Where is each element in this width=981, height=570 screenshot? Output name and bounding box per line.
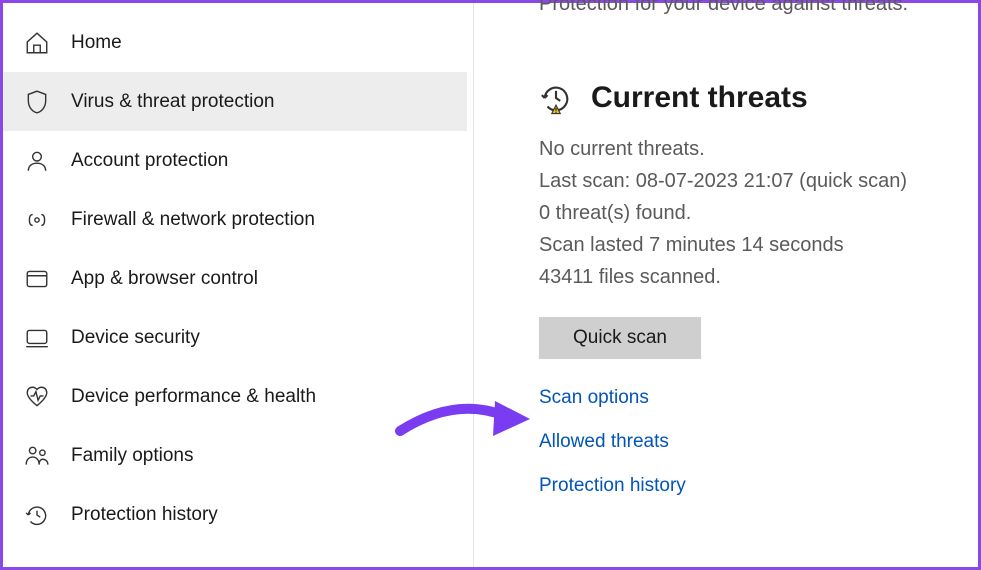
sidebar-item-label: Firewall & network protection [71,209,315,231]
sidebar-item-firewall[interactable]: Firewall & network protection [3,190,473,249]
sidebar-item-label: Home [71,32,122,54]
sidebar-item-protection-history[interactable]: Protection history [3,485,473,544]
sidebar-item-label: Device security [71,327,200,349]
cutoff-text: Protection for your device against threa… [539,0,908,16]
sidebar-item-label: Device performance & health [71,386,316,408]
sidebar-item-label: Protection history [71,504,218,526]
sidebar-item-label: App & browser control [71,268,258,290]
firewall-icon [23,206,51,234]
app-browser-icon [23,265,51,293]
status-line: 0 threat(s) found. [539,197,948,229]
sidebar-item-label: Account protection [71,150,228,172]
status-line: Last scan: 08-07-2023 21:07 (quick scan) [539,165,948,197]
scan-options-link[interactable]: Scan options [539,387,649,409]
status-line: 43411 files scanned. [539,261,948,293]
quick-scan-button[interactable]: Quick scan [539,317,701,359]
sidebar-item-family[interactable]: Family options [3,426,473,485]
section-title: Current threats [591,81,808,115]
main-content: Protection for your device against threa… [474,3,978,567]
sidebar-item-label: Family options [71,445,194,467]
heart-pulse-icon [23,383,51,411]
sidebar-item-home[interactable]: Home [3,13,473,72]
family-icon [23,442,51,470]
sidebar-item-device-security[interactable]: Device security [3,308,473,367]
status-line: No current threats. [539,133,948,165]
history-icon [23,501,51,529]
home-icon [23,29,51,57]
sidebar-item-app-browser[interactable]: App & browser control [3,249,473,308]
sidebar-item-label: Virus & threat protection [71,91,274,113]
threat-status: No current threats. Last scan: 08-07-202… [539,133,948,293]
current-threats-header: Current threats [539,81,948,115]
account-icon [23,147,51,175]
allowed-threats-link[interactable]: Allowed threats [539,431,669,453]
shield-icon [23,88,51,116]
device-security-icon [23,324,51,352]
sidebar: Home Virus & threat protection Account p… [3,3,474,567]
sidebar-item-virus-threat[interactable]: Virus & threat protection [3,72,467,131]
status-line: Scan lasted 7 minutes 14 seconds [539,229,948,261]
protection-history-link[interactable]: Protection history [539,475,686,497]
sidebar-item-account[interactable]: Account protection [3,131,473,190]
sidebar-item-device-performance[interactable]: Device performance & health [3,367,473,426]
history-warning-icon [539,81,573,115]
